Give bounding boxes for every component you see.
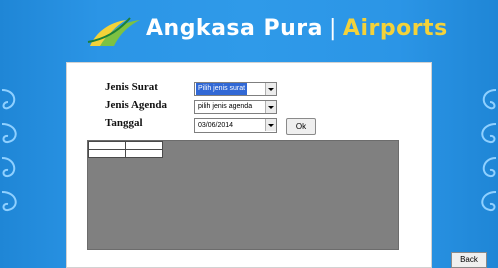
jenis-surat-select[interactable]: Pilih jenis surat — [194, 82, 277, 96]
form-panel: Jenis Surat Pilih jenis surat Jenis Agen… — [66, 62, 432, 268]
chevron-down-icon[interactable] — [265, 119, 276, 131]
grid-cell[interactable] — [88, 141, 126, 150]
grid-cell[interactable] — [125, 141, 163, 150]
jenis-agenda-select[interactable]: pilih jenis agenda — [194, 100, 277, 114]
data-grid[interactable] — [87, 140, 399, 250]
brand-separator: | — [329, 16, 337, 41]
jenis-agenda-label: Jenis Agenda — [105, 99, 168, 111]
app-header: Angkasa Pura | Airports — [0, 12, 498, 52]
grid-header — [88, 141, 163, 158]
ok-button[interactable]: Ok — [286, 118, 316, 135]
tanggal-value: 03/06/2014 — [198, 122, 234, 129]
swirl-ornament-left-icon — [1, 89, 17, 212]
table-row — [88, 149, 163, 158]
brand-name: Angkasa Pura — [146, 16, 323, 41]
jenis-surat-label: Jenis Surat — [105, 81, 158, 93]
brand-suffix: Airports — [342, 16, 448, 41]
tanggal-date-picker[interactable]: 03/06/2014 — [194, 118, 277, 133]
brand-title: Angkasa Pura | Airports — [146, 16, 448, 41]
table-row — [88, 141, 163, 150]
jenis-agenda-value: pilih jenis agenda — [198, 103, 253, 110]
grid-cell[interactable] — [125, 149, 163, 158]
chevron-down-icon[interactable] — [265, 83, 276, 95]
logo-swoosh-icon — [87, 17, 140, 46]
swirl-ornament-right-icon — [481, 89, 497, 212]
jenis-surat-value: Pilih jenis surat — [196, 83, 248, 95]
grid-cell[interactable] — [88, 149, 126, 158]
back-button[interactable]: Back — [451, 252, 487, 268]
tanggal-label: Tanggal — [105, 117, 143, 129]
chevron-down-icon[interactable] — [265, 101, 276, 113]
